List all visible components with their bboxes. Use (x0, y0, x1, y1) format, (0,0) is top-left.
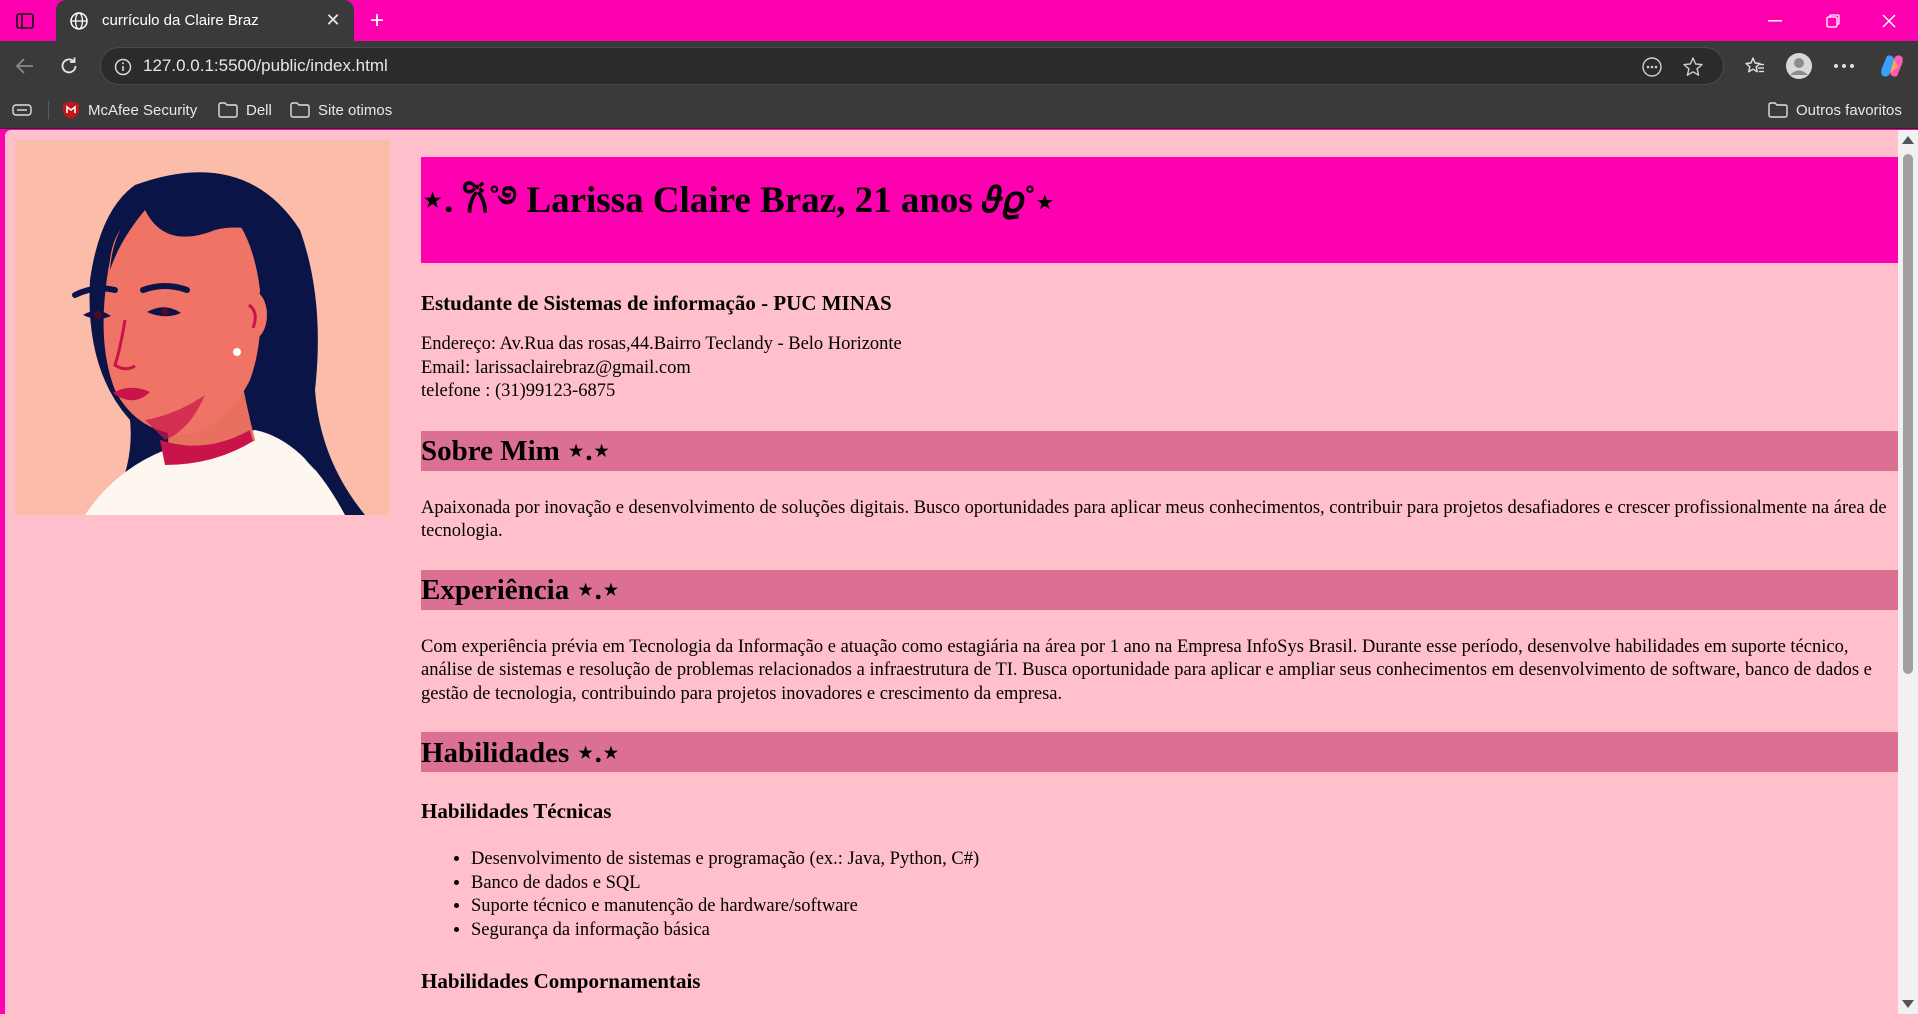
experience-text: Com experiência prévia em Tecnologia da … (421, 636, 1872, 704)
name-header: ⋆. 𐙚˚࿔ Larissa Claire Braz, 21 anos 𝜗𝜚˚⋆ (421, 157, 1898, 263)
bookmarks-divider (48, 101, 49, 119)
contact-info: Endereço: Av.Rua das rosas,44.Bairro Tec… (421, 333, 1898, 404)
section-skills-heading: Habilidades ⋆.⋆ (421, 732, 1898, 772)
vertical-scrollbar[interactable] (1898, 130, 1918, 1014)
folder-icon (290, 102, 310, 118)
resume-content: ⋆. 𐙚˚࿔ Larissa Claire Braz, 21 anos 𝜗𝜚˚⋆… (421, 157, 1898, 994)
page-viewport: ⋆. 𐙚˚࿔ Larissa Claire Braz, 21 anos 𝜗𝜚˚⋆… (5, 130, 1898, 1014)
minimize-icon[interactable] (1746, 0, 1804, 41)
browser-toolbar: 127.0.0.1:5500/public/index.html (0, 41, 1918, 91)
phone-text: telefone : (31)99123-6875 (421, 381, 616, 401)
sidebar-toggle-icon[interactable] (10, 9, 40, 33)
list-item: Banco de dados e SQL (471, 872, 1898, 896)
bookmark-dell[interactable]: Dell (218, 99, 272, 121)
restore-icon[interactable] (1804, 0, 1862, 41)
scroll-down-icon[interactable] (1902, 1000, 1914, 1008)
technical-skills-heading: Habilidades Técnicas (421, 799, 612, 823)
close-tab-icon[interactable]: ✕ (318, 6, 348, 36)
back-icon[interactable] (8, 49, 42, 83)
other-favorites[interactable]: Outros favoritos (1768, 99, 1902, 121)
copilot-icon[interactable] (1875, 49, 1909, 83)
favorites-icon[interactable] (1738, 49, 1772, 83)
bookmark-label: Site otimos (318, 101, 393, 119)
settings-more-icon[interactable] (1827, 49, 1861, 83)
page-title: ⋆. 𐙚˚࿔ Larissa Claire Braz, 21 anos 𝜗𝜚˚⋆ (421, 180, 1054, 221)
tab-title: currículo da Claire Braz (102, 12, 259, 29)
profile-avatar-icon[interactable] (1782, 49, 1816, 83)
behavioral-skills-heading: Habilidades Compornamentais (421, 969, 701, 993)
section-about-heading: Sobre Mim ⋆.⋆ (421, 430, 1898, 471)
subtitle: Estudante de Sistemas de informação - PU… (421, 291, 892, 315)
more-tools-icon[interactable] (1640, 55, 1664, 79)
mcafee-shield-icon (63, 101, 79, 119)
bookmark-mcafee[interactable]: McAfee Security (62, 99, 197, 121)
other-favorites-label: Outros favoritos (1796, 101, 1902, 119)
section-experience-heading: Experiência ⋆.⋆ (421, 569, 1898, 610)
site-info-icon[interactable] (113, 57, 133, 77)
list-item: Desenvolvimento de sistemas e programaçã… (471, 848, 1898, 872)
star-icon[interactable] (1681, 55, 1705, 79)
globe-icon (66, 8, 92, 34)
list-item: Suporte técnico e manutenção de hardware… (471, 895, 1898, 919)
email-text: Email: larissaclairebraz@gmail.com (421, 357, 691, 378)
address-text: Endereço: Av.Rua das rosas,44.Bairro Tec… (421, 334, 902, 354)
folder-icon (1768, 102, 1788, 118)
bookmark-label: McAfee Security (88, 101, 198, 119)
close-window-icon[interactable] (1860, 0, 1918, 41)
bookmarks-bar: McAfee Security Dell Site otimos Outros … (0, 91, 1918, 129)
bookmark-site-otimos[interactable]: Site otimos (290, 99, 392, 121)
reload-icon[interactable] (52, 49, 86, 83)
profile-photo (15, 140, 390, 515)
new-tab-icon[interactable]: + (362, 6, 392, 36)
url-text: 127.0.0.1:5500/public/index.html (143, 56, 388, 75)
address-bar[interactable]: 127.0.0.1:5500/public/index.html (100, 47, 1724, 85)
list-item: Segurança da informação básica (471, 919, 1898, 943)
scrollbar-thumb[interactable] (1903, 154, 1913, 674)
bookmark-label: Dell (246, 101, 272, 119)
folder-icon (218, 102, 238, 118)
about-text: Apaixonada por inovação e desenvolviment… (421, 497, 1887, 542)
title-bar: currículo da Claire Braz ✕ + (0, 0, 1918, 41)
bookmarks-menu-icon[interactable] (12, 99, 40, 121)
scroll-up-icon[interactable] (1902, 136, 1914, 144)
technical-skills-list: Desenvolvimento de sistemas e programaçã… (421, 848, 1898, 942)
active-tab[interactable]: currículo da Claire Braz ✕ (56, 0, 354, 41)
